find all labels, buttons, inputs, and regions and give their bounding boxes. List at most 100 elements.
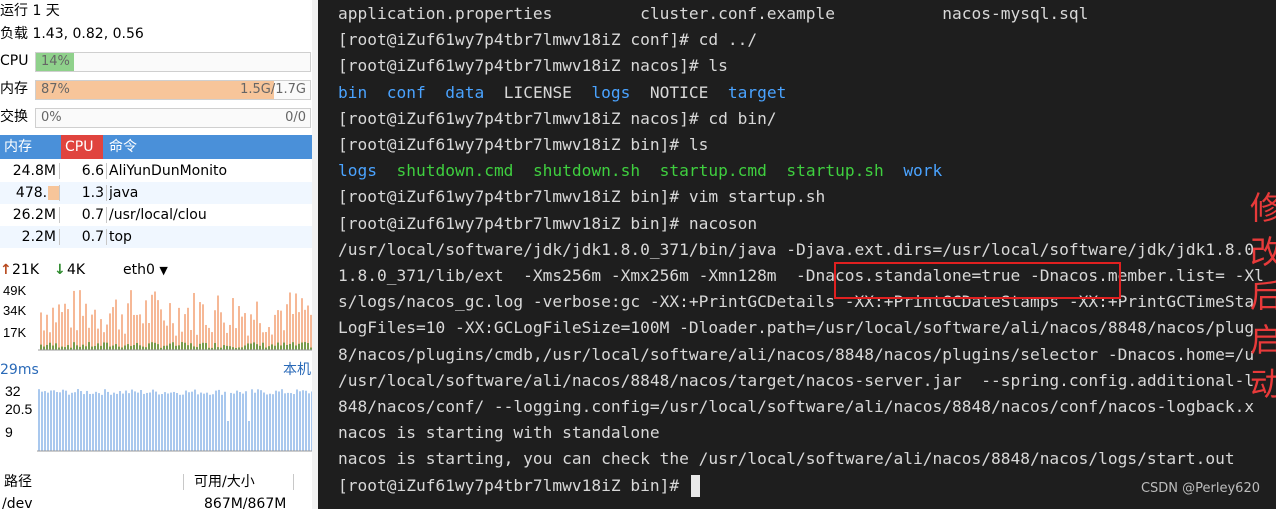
network-download-bar bbox=[226, 345, 228, 350]
network-download-bar bbox=[142, 346, 144, 350]
ping-latency-bar bbox=[80, 391, 82, 451]
network-summary: ↑ 21K ↓ 4K eth0 ▼ bbox=[0, 259, 313, 281]
network-download-bar bbox=[46, 344, 48, 350]
disk-row[interactable]: /dev 867M/867M bbox=[0, 493, 313, 509]
network-traffic-bar bbox=[163, 320, 165, 350]
network-download-bar bbox=[262, 342, 264, 350]
network-download-bar bbox=[118, 346, 120, 350]
network-download-bar bbox=[184, 342, 186, 350]
network-download-bar bbox=[94, 346, 96, 350]
ping-latency-bar bbox=[251, 389, 253, 451]
ping-latency-bar bbox=[95, 391, 97, 451]
process-cpu: 6.6 bbox=[81, 163, 104, 179]
ping-latency-bar bbox=[296, 389, 298, 451]
disk-size: 867M/867M bbox=[204, 496, 287, 509]
terminal-text-segment: [root@iZuf61wy7p4tbr7lmwv18iZ bin]# bbox=[338, 475, 689, 495]
terminal-text-segment: application.properties cluster.conf.exam… bbox=[338, 4, 1089, 23]
column-divider bbox=[183, 474, 184, 490]
ping-latency-bar bbox=[113, 392, 115, 451]
network-download-bar bbox=[85, 346, 87, 350]
ping-latency-bar bbox=[308, 393, 310, 451]
process-cpu: 1.3 bbox=[81, 185, 104, 201]
network-download-bar bbox=[199, 343, 201, 350]
ping-latency-bar bbox=[119, 391, 121, 451]
network-traffic-bar bbox=[109, 313, 111, 350]
ping-latency-bar bbox=[209, 394, 211, 451]
cpu-meter-value: 14% bbox=[41, 54, 70, 69]
column-divider bbox=[293, 474, 294, 490]
ping-target[interactable]: 本机 bbox=[283, 359, 311, 381]
ping-latency-bar bbox=[149, 392, 151, 451]
terminal-cursor bbox=[690, 475, 700, 498]
network-traffic-bar bbox=[256, 301, 258, 350]
ping-y-tick: 32 bbox=[5, 383, 21, 399]
ping-latency-bar bbox=[206, 392, 208, 451]
column-header-command[interactable]: 命令 bbox=[109, 135, 137, 159]
swap-meter-bar: 0% 0/0 bbox=[35, 108, 311, 128]
network-interface-select[interactable]: eth0 ▼ bbox=[123, 259, 168, 282]
ping-latency-bar bbox=[188, 392, 190, 451]
ping-latency-bar bbox=[275, 390, 277, 451]
ping-latency-bar bbox=[44, 391, 46, 451]
network-traffic-bar bbox=[235, 328, 237, 350]
ping-latency-bar bbox=[92, 393, 94, 451]
ping-latency-bar bbox=[158, 394, 160, 451]
column-divider bbox=[106, 185, 107, 201]
memory-meter-bar: 87% 1.5G/1.7G bbox=[35, 80, 311, 100]
ping-latency-bar bbox=[110, 394, 112, 451]
terminal-text-segment: nacos is starting, you can check the /us… bbox=[338, 449, 1235, 469]
ping-latency-bar bbox=[146, 392, 148, 451]
terminal-line: [root@iZuf61wy7p4tbr7lmwv18iZ conf]# cd … bbox=[338, 27, 757, 53]
terminal-line: [root@iZuf61wy7p4tbr7lmwv18iZ bin]# vim … bbox=[338, 184, 825, 210]
column-divider bbox=[106, 163, 107, 179]
ping-latency-bar bbox=[86, 390, 88, 451]
ping-latency: 29ms bbox=[0, 362, 39, 378]
network-traffic-bar bbox=[133, 314, 135, 350]
arrow-up-icon: ↑ bbox=[0, 262, 12, 278]
ping-latency-bar bbox=[131, 389, 133, 451]
process-row[interactable]: 2.2M 0.7 top bbox=[0, 226, 313, 248]
network-traffic-bar bbox=[244, 313, 246, 350]
network-download-bar bbox=[229, 346, 231, 350]
ping-latency-bar bbox=[239, 392, 241, 451]
network-traffic-bar bbox=[208, 327, 210, 350]
process-row[interactable]: 26.2M 0.7 /usr/local/clou bbox=[0, 204, 313, 226]
ping-latency-bar bbox=[65, 390, 67, 451]
network-download-bar bbox=[40, 344, 42, 350]
network-traffic-bar bbox=[100, 319, 102, 350]
swap-meter: 交换 0% 0/0 bbox=[0, 106, 318, 128]
ping-latency-bar bbox=[194, 389, 196, 451]
terminal-window[interactable]: application.properties cluster.conf.exam… bbox=[318, 0, 1276, 509]
ping-latency-bar bbox=[122, 393, 124, 451]
ping-latency-bar bbox=[101, 394, 103, 451]
ping-latency-bar bbox=[77, 389, 79, 451]
network-traffic-bar bbox=[187, 307, 189, 350]
network-download-bar bbox=[61, 346, 63, 350]
ping-latency-bar bbox=[56, 391, 58, 451]
terminal-line: bin conf data LICENSE logs NOTICE target bbox=[338, 80, 786, 106]
column-header-cpu[interactable]: CPU bbox=[61, 135, 103, 159]
process-row[interactable]: 24.8M 6.6 AliYunDunMonito bbox=[0, 160, 313, 182]
network-download-bar bbox=[190, 343, 192, 350]
terminal-text-segment: logs bbox=[591, 82, 631, 102]
network-traffic-bar bbox=[178, 307, 180, 350]
network-y-tick: 49K bbox=[3, 283, 26, 298]
terminal-line: [root@iZuf61wy7p4tbr7lmwv18iZ bin]# bbox=[338, 473, 700, 499]
terminal-text-segment: logs bbox=[338, 161, 377, 181]
network-download-bar bbox=[52, 345, 54, 350]
ping-y-tick: 20.5 bbox=[5, 401, 32, 417]
watermark-text: CSDN @Perley620 bbox=[1140, 481, 1260, 496]
ping-latency-bar bbox=[305, 390, 307, 451]
network-download-bar bbox=[100, 345, 102, 350]
network-download-bar bbox=[181, 342, 183, 350]
process-row[interactable]: 478.5 1.3 java bbox=[0, 182, 313, 204]
network-download-bar bbox=[97, 343, 99, 350]
swap-meter-usage: 0/0 bbox=[285, 110, 306, 125]
ping-latency-bar bbox=[278, 391, 280, 451]
terminal-line: LogFiles=10 -XX:GCLogFileSize=100M -Dloa… bbox=[338, 315, 1254, 341]
column-header-memory[interactable]: 内存 bbox=[4, 135, 32, 159]
network-download-bar bbox=[115, 344, 117, 350]
